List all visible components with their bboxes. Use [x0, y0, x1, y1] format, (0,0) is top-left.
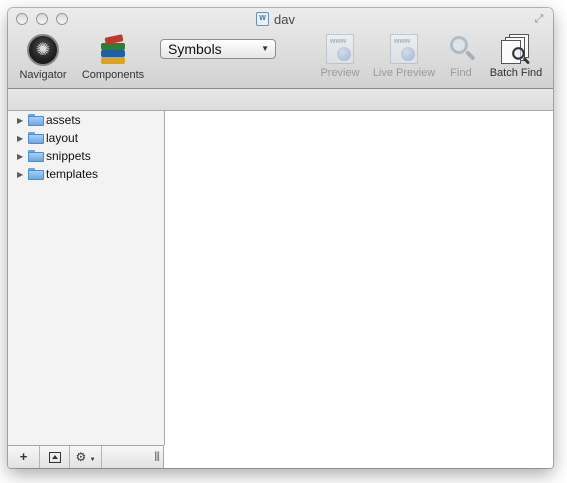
disclosure-triangle-icon[interactable]: ▶	[17, 134, 25, 143]
components-label: Components	[81, 69, 145, 81]
fullscreen-icon[interactable]: ⤢	[533, 13, 545, 25]
find-label: Find	[450, 67, 472, 79]
web-preview-icon: www	[326, 34, 354, 64]
chevron-down-icon: ▼	[89, 457, 96, 463]
folder-icon	[28, 114, 44, 126]
sidebar-item-label: assets	[46, 113, 81, 127]
disclosure-triangle-icon[interactable]: ▶	[17, 152, 25, 161]
batch-find-icon	[501, 34, 531, 65]
path-bar	[8, 89, 553, 111]
sidebar-item-label: snippets	[46, 149, 91, 163]
sidebar-item-assets[interactable]: ▶ assets	[8, 111, 164, 129]
live-preview-label: Live Preview	[372, 67, 436, 79]
batch-find-button[interactable]: Batch Find	[488, 34, 544, 79]
editor-area[interactable]	[165, 111, 553, 468]
navigator-button[interactable]: Navigator	[15, 34, 71, 81]
magnifier-icon	[448, 34, 476, 64]
live-preview-button[interactable]: www Live Preview	[370, 34, 438, 79]
resize-handle[interactable]: |||	[154, 446, 160, 468]
gear-icon: ⚙	[75, 450, 87, 464]
mode-select-value: Symbols	[168, 41, 222, 57]
find-button[interactable]: Find	[448, 34, 476, 79]
folder-icon	[28, 132, 44, 144]
compass-icon	[27, 34, 59, 66]
window-title: W dav	[256, 11, 295, 27]
close-window-button[interactable]	[16, 13, 28, 25]
window-title-text: dav	[274, 11, 295, 27]
image-icon	[48, 452, 61, 464]
app-window: W dav ⤢ Navigator Components Symbols ▼ w…	[8, 8, 553, 468]
books-icon	[97, 34, 129, 66]
preview-label: Preview	[320, 67, 360, 79]
live-preview-icon: www	[390, 34, 418, 64]
sidebar-bottom-bar: + ⚙ ▼ |||	[8, 445, 164, 468]
sidebar-item-snippets[interactable]: ▶ snippets	[8, 147, 164, 165]
sidebar-item-layout[interactable]: ▶ layout	[8, 129, 164, 147]
sidebar-item-label: layout	[46, 131, 79, 145]
zoom-window-button[interactable]	[56, 13, 68, 25]
batch-find-label: Batch Find	[489, 67, 543, 79]
document-icon: W	[256, 12, 269, 26]
image-button[interactable]	[40, 446, 70, 468]
mode-select[interactable]: Symbols ▼	[160, 39, 276, 59]
add-button[interactable]: +	[8, 446, 40, 468]
minimize-window-button[interactable]	[36, 13, 48, 25]
actions-menu-button[interactable]: ⚙ ▼	[70, 446, 102, 468]
folder-icon	[28, 168, 44, 180]
sidebar-item-label: templates	[46, 167, 99, 181]
folder-icon	[28, 150, 44, 162]
disclosure-triangle-icon[interactable]: ▶	[17, 116, 25, 125]
file-tree: ▶ assets ▶ layout ▶ snippets ▶ templates	[8, 111, 164, 183]
disclosure-triangle-icon[interactable]: ▶	[17, 170, 25, 179]
chevron-down-icon: ▼	[261, 44, 269, 53]
sidebar: ▶ assets ▶ layout ▶ snippets ▶ templates	[8, 111, 165, 445]
sidebar-item-templates[interactable]: ▶ templates	[8, 165, 164, 183]
components-button[interactable]: Components	[78, 34, 148, 81]
toolbar: W dav ⤢ Navigator Components Symbols ▼ w…	[8, 8, 553, 89]
navigator-label: Navigator	[19, 69, 67, 81]
preview-button[interactable]: www Preview	[320, 34, 360, 79]
